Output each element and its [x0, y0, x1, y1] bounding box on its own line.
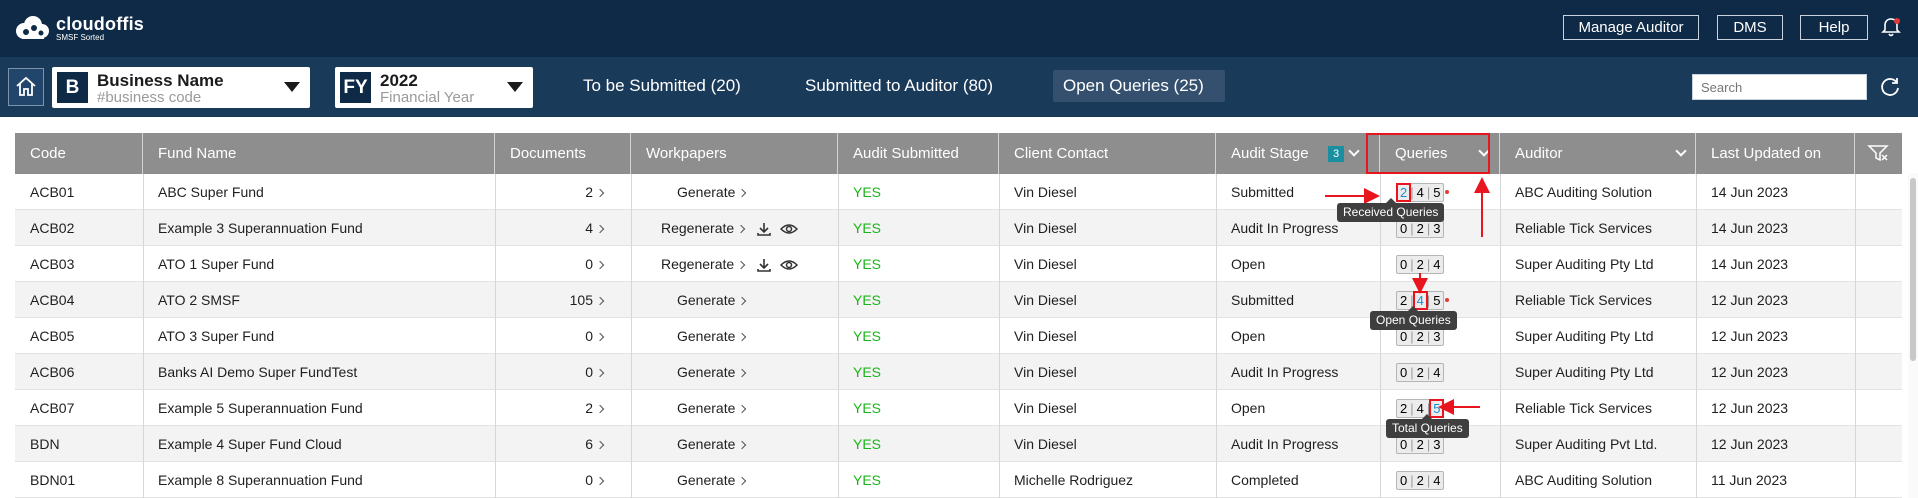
received-queries-tooltip: Received Queries: [1337, 198, 1445, 222]
open-queries-tooltip: Open Queries: [1370, 306, 1457, 330]
total-queries-tooltip: Total Queries: [1386, 414, 1469, 438]
annotation-arrows: [1325, 177, 1490, 415]
